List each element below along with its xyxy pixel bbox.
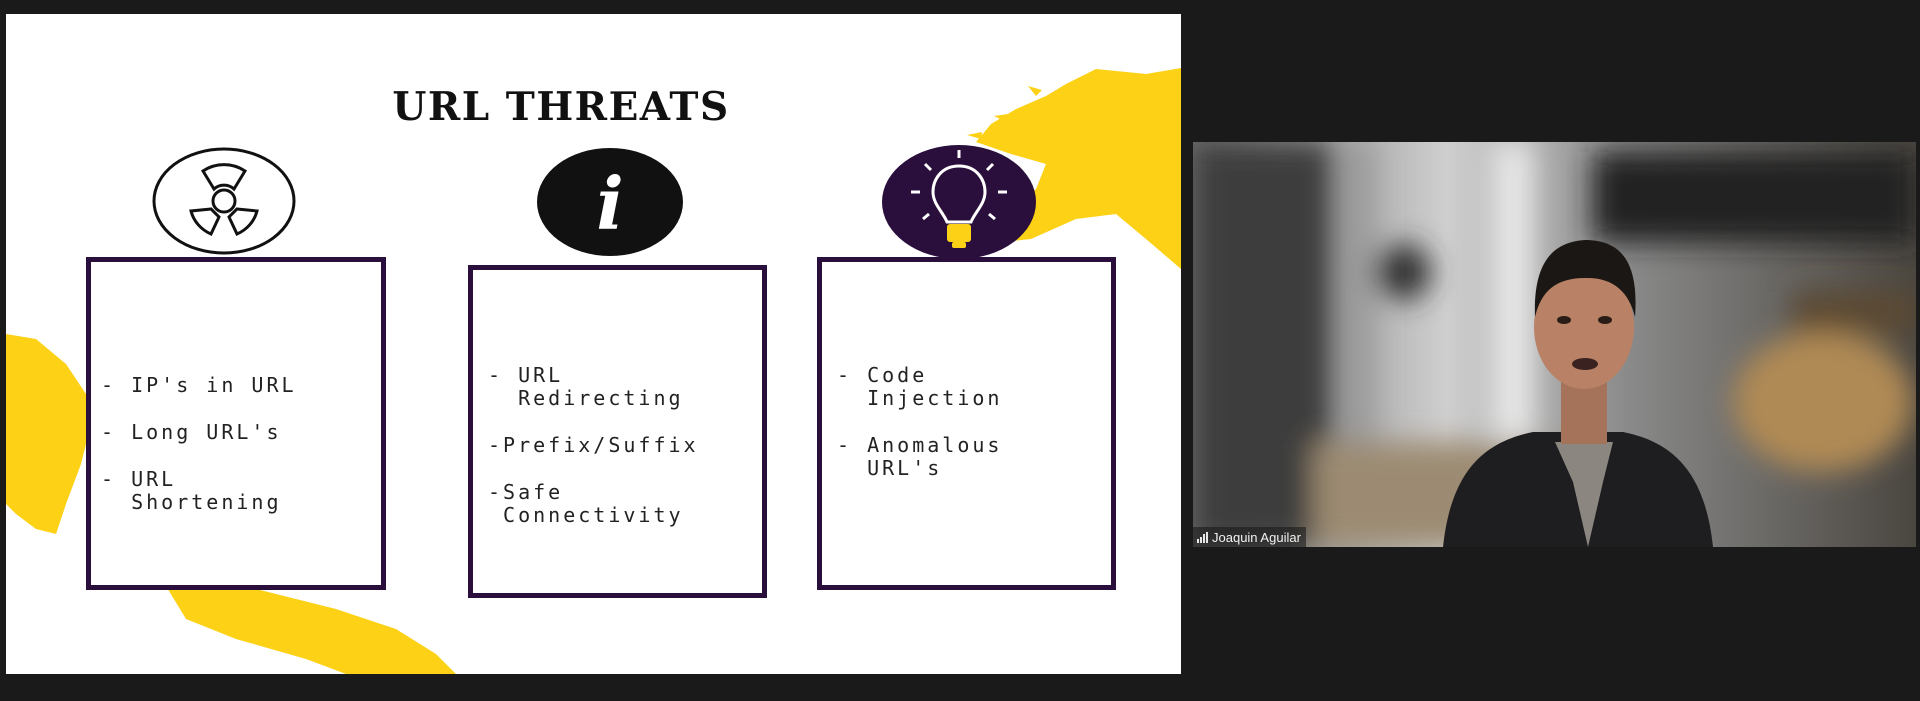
meeting-stage: URL THREATS i - IP's in URL - Long URL's… — [0, 0, 1920, 701]
lightbulb-icon — [882, 145, 1036, 259]
video-frame — [1193, 142, 1916, 547]
participant-name-tag: Joaquin Aguilar — [1193, 527, 1306, 547]
threat-card-3: - Code Injection - Anomalous URL's — [817, 257, 1116, 590]
list-item: - URL Redirecting — [488, 363, 684, 410]
list-item: - Anomalous URL's — [837, 433, 1003, 480]
threat-card-3-list: - Code Injection - Anomalous URL's — [837, 364, 1126, 504]
radiation-icon — [152, 147, 296, 255]
list-item: - Safe Connectivity — [488, 480, 684, 527]
participant-video[interactable]: Joaquin Aguilar — [1193, 142, 1916, 547]
list-item: - Code Injection — [837, 363, 1003, 410]
threat-card-1: - IP's in URL - Long URL's - URL Shorten… — [86, 257, 386, 590]
list-item: - URL Shortening — [101, 467, 282, 514]
list-item: - Prefix/Suffix — [488, 433, 699, 457]
shared-slide: URL THREATS i - IP's in URL - Long URL's… — [6, 14, 1181, 674]
threat-card-2: - URL Redirecting - Prefix/Suffix - Safe C… — [468, 265, 767, 598]
threat-card-1-list: - IP's in URL - Long URL's - URL Shorten… — [101, 374, 391, 538]
list-item: - IP's in URL — [101, 373, 297, 397]
svg-text:i: i — [596, 161, 623, 246]
signal-bars-icon — [1197, 531, 1208, 543]
list-item: - Long URL's — [101, 420, 282, 444]
threat-card-2-list: - URL Redirecting - Prefix/Suffix - Safe C… — [488, 364, 777, 551]
slide-title: URL THREATS — [392, 84, 730, 130]
info-icon: i — [537, 148, 683, 256]
participant-name: Joaquin Aguilar — [1212, 529, 1301, 545]
